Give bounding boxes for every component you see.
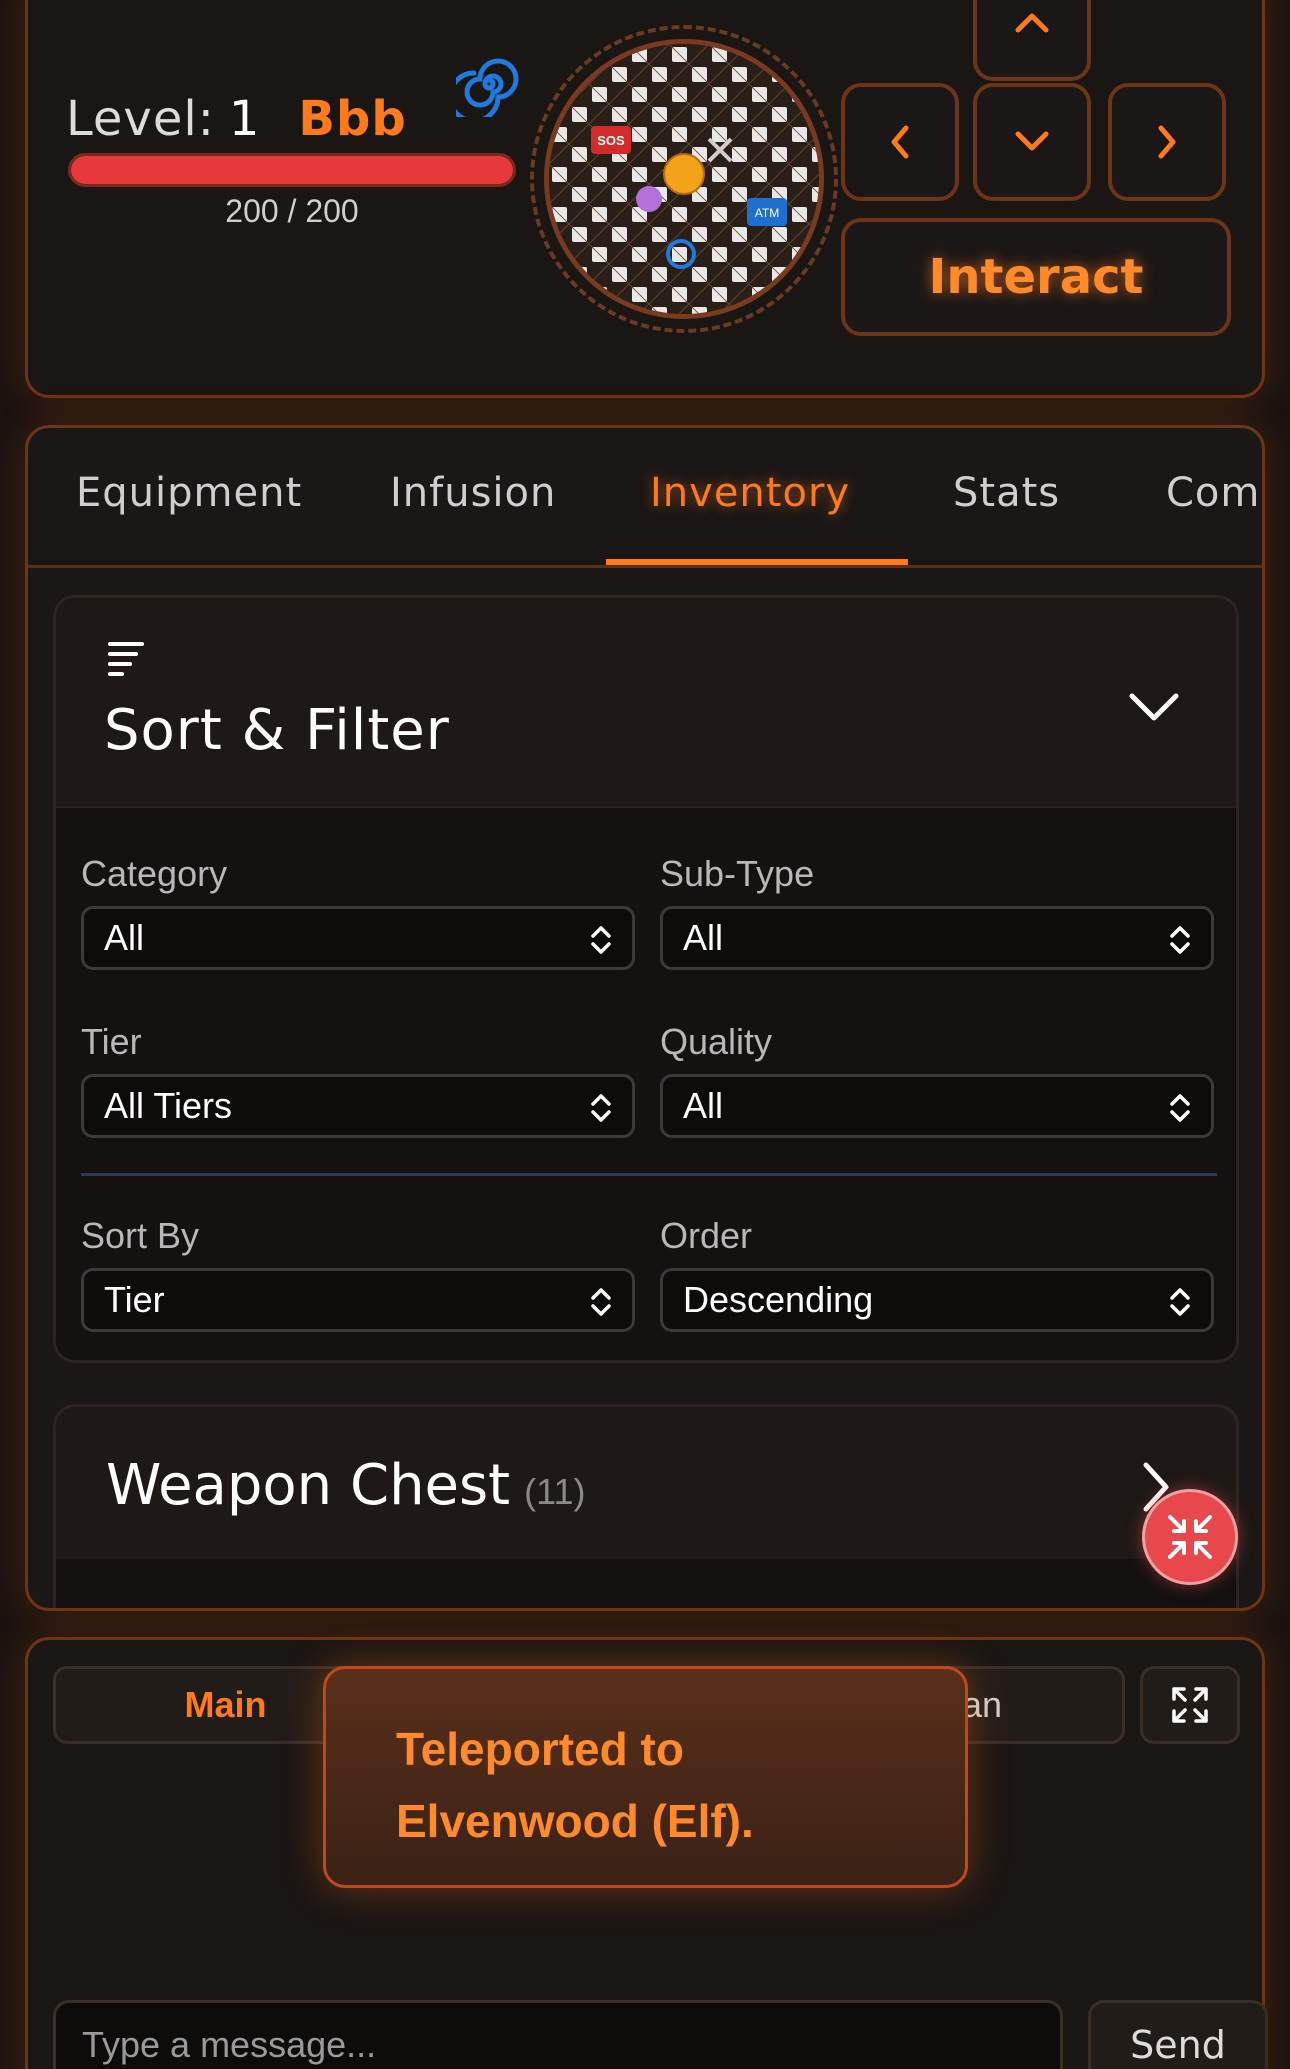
- order-label: Order: [660, 1215, 753, 1256]
- tier-select[interactable]: All Tiers: [81, 1074, 635, 1138]
- tier-label: Tier: [81, 1021, 142, 1062]
- notification-toast: Teleported to Elvenwood (Elf).: [323, 1666, 968, 1888]
- chevron-left-icon: [891, 125, 909, 159]
- filter-divider: [81, 1173, 1217, 1176]
- category-label: Category: [81, 853, 228, 894]
- weapon-chest-count: (11): [524, 1471, 586, 1512]
- move-right-button[interactable]: [1108, 83, 1226, 201]
- player-name: Bbb: [298, 91, 407, 147]
- chevron-up-icon: [1015, 13, 1049, 33]
- toast-message: Teleported to Elvenwood (Elf).: [396, 1723, 754, 1847]
- chat-expand-button[interactable]: [1140, 1666, 1240, 1744]
- sub-type-value: All: [683, 917, 724, 958]
- hp-bar-fill: [71, 156, 513, 184]
- collapse-arrows-icon: [1168, 1515, 1212, 1559]
- category-select[interactable]: All: [81, 906, 635, 970]
- tab-infusion[interactable]: Infusion: [390, 470, 556, 516]
- tab-inventory[interactable]: Inventory: [650, 470, 850, 516]
- move-down-button[interactable]: [973, 83, 1091, 201]
- orb-marker: [636, 186, 662, 212]
- minimap-grid: SOS ATM: [549, 44, 819, 314]
- sort-by-select[interactable]: Tier: [81, 1268, 635, 1332]
- chevron-right-icon: [1158, 125, 1176, 159]
- filter-lines-icon: [108, 642, 144, 676]
- sort-by-label: Sort By: [81, 1215, 200, 1256]
- interact-button[interactable]: Interact: [841, 218, 1231, 336]
- hp-bar: [68, 153, 516, 187]
- weapon-chest-title: Weapon Chest: [106, 1453, 511, 1518]
- spiral-icon[interactable]: [456, 51, 522, 117]
- minimap-view[interactable]: SOS ATM: [544, 39, 824, 319]
- quality-select[interactable]: All: [660, 1074, 1214, 1138]
- order-select[interactable]: Descending: [660, 1268, 1214, 1332]
- quality-label: Quality: [660, 1021, 773, 1062]
- send-button[interactable]: Send: [1088, 2000, 1268, 2069]
- updown-chevron-icon: [1170, 1288, 1190, 1316]
- updown-chevron-icon: [591, 1094, 611, 1122]
- sort-filter-title: Sort & Filter: [104, 698, 450, 763]
- player-marker: [663, 153, 705, 195]
- sort-by-value: Tier: [104, 1279, 165, 1320]
- sub-type-label: Sub-Type: [660, 853, 815, 894]
- updown-chevron-icon: [591, 1288, 611, 1316]
- updown-chevron-icon: [1170, 926, 1190, 954]
- sort-filter-header[interactable]: Sort & Filter: [56, 598, 1236, 808]
- hud-panel: Level: 1 Bbb 200 / 200 SOS ATM Interact: [25, 0, 1265, 398]
- category-value: All: [104, 917, 145, 958]
- sort-filter-card: Sort & Filter Category All Sub-Type All …: [53, 595, 1239, 1363]
- tab-stats[interactable]: Stats: [953, 470, 1060, 516]
- fullscreen-toggle-button[interactable]: [1142, 1489, 1238, 1585]
- updown-chevron-icon: [1170, 1094, 1190, 1122]
- chevron-down-icon: [1015, 131, 1049, 151]
- tab-com[interactable]: Com: [1166, 470, 1260, 516]
- level-value: 1: [228, 91, 261, 147]
- main-panel: Equipment Infusion Inventory Stats Com S…: [25, 425, 1265, 1611]
- weapon-chest-card[interactable]: Weapon Chest (11): [53, 1404, 1239, 1608]
- weapon-chest-header: Weapon Chest (11): [106, 1453, 586, 1518]
- move-left-button[interactable]: [841, 83, 959, 201]
- chat-message-input[interactable]: Type a message...: [53, 2000, 1063, 2069]
- tier-value: All Tiers: [104, 1085, 233, 1126]
- order-value: Descending: [683, 1279, 874, 1320]
- tab-equipment[interactable]: Equipment: [76, 470, 302, 516]
- quality-value: All: [683, 1085, 724, 1126]
- level-display: Level: 1 Bbb: [66, 91, 407, 147]
- atm-label: ATM: [755, 206, 779, 220]
- level-label: Level:: [66, 91, 215, 147]
- updown-chevron-icon: [591, 926, 611, 954]
- expand-arrows-icon: [1172, 1687, 1208, 1723]
- sub-type-select[interactable]: All: [660, 906, 1214, 970]
- move-up-button[interactable]: [973, 0, 1091, 81]
- sos-label: SOS: [597, 133, 625, 148]
- minimap[interactable]: SOS ATM: [530, 25, 838, 333]
- active-tab-indicator: [606, 559, 908, 565]
- chevron-down-icon[interactable]: [1126, 686, 1182, 726]
- hp-text: 200 / 200: [225, 193, 359, 229]
- tab-bar: Equipment Infusion Inventory Stats Com: [28, 428, 1262, 568]
- chat-input-placeholder: Type a message...: [82, 2024, 377, 2065]
- weapon-chest-body: [56, 1559, 1236, 1608]
